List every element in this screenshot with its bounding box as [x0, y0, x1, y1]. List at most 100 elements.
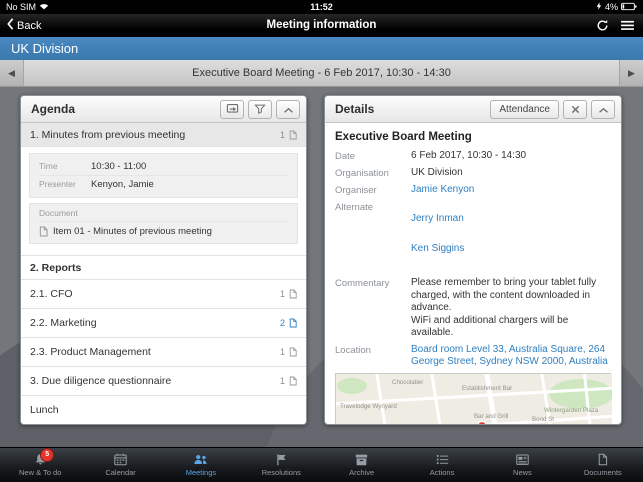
- tab-label: Archive: [349, 468, 375, 477]
- content-area: Agenda 1. Minutes from previous meeting …: [0, 87, 643, 482]
- tab-archive[interactable]: Archive: [322, 448, 402, 482]
- todo-badge: 5: [41, 449, 54, 461]
- time-value: 10:30 - 11:00: [91, 161, 147, 172]
- tab-calendar[interactable]: Calendar: [80, 448, 160, 482]
- division-header: UK Division: [0, 37, 643, 60]
- tab-label: News: [513, 468, 532, 477]
- next-meeting-arrow[interactable]: ▶: [619, 60, 643, 86]
- organiser-link[interactable]: Jamie Kenyon: [411, 184, 611, 197]
- tab-label: Meetings: [185, 468, 217, 477]
- tab-bar: New & To do 5 Calendar Meetings Resoluti…: [0, 447, 643, 482]
- field-value: 6 Feb 2017, 10:30 - 14:30: [411, 150, 527, 161]
- clock: 11:52: [310, 2, 333, 12]
- agenda-item-marketing[interactable]: 2.2. Marketing 2: [21, 309, 306, 338]
- menu-icon[interactable]: [621, 20, 634, 31]
- time-label: Time: [39, 161, 58, 171]
- document-icon: [289, 130, 297, 140]
- tab-actions[interactable]: Actions: [402, 448, 482, 482]
- agenda-item-title: Lunch: [30, 404, 59, 416]
- map-image: Chocolatier Establishment Bar Travelodge…: [330, 368, 617, 424]
- previous-meeting-arrow[interactable]: ◀: [0, 60, 24, 86]
- alternate-link[interactable]: Jerry Inman: [411, 213, 611, 226]
- meeting-information-screen: No SIM 11:52 4% Back Meeting information…: [0, 0, 643, 482]
- close-details-button[interactable]: [563, 99, 587, 119]
- attendance-button[interactable]: Attendance: [490, 99, 559, 119]
- agenda-list: 1. Minutes from previous meeting 1 Time …: [21, 123, 306, 424]
- field-label: Location: [335, 344, 371, 356]
- filter-icon: [254, 102, 266, 117]
- document-icon: [289, 376, 297, 386]
- field-date: Date 6 Feb 2017, 10:30 - 14:30: [335, 150, 611, 163]
- location-link[interactable]: Board room Level 33, Australia Square, 2…: [411, 344, 611, 369]
- tab-label: Actions: [429, 468, 455, 477]
- battery-percent: 4%: [604, 2, 618, 12]
- field-label: Alternate: [335, 201, 374, 213]
- agenda-item-product-management[interactable]: 2.3. Product Management 1: [21, 338, 306, 367]
- agenda-item-minutes[interactable]: 1. Minutes from previous meeting 1: [21, 123, 306, 147]
- meeting-selector: ◀ Executive Board Meeting - 6 Feb 2017, …: [0, 60, 643, 87]
- flag-icon: [273, 453, 290, 466]
- presenter-value: Kenyon, Jamie: [91, 179, 154, 190]
- agenda-item-title: 2.1. CFO: [30, 288, 73, 300]
- close-icon: [571, 102, 580, 117]
- carrier-label: No SIM: [6, 2, 37, 12]
- nav-actions: [596, 14, 634, 37]
- alternate-link[interactable]: Ken Siggins: [411, 243, 611, 256]
- back-button[interactable]: Back: [7, 14, 41, 37]
- doc-count: 1: [279, 376, 285, 386]
- presenter-label: Presenter: [39, 179, 76, 189]
- agenda-item-detail: Time 10:30 - 11:00 Presenter Kenyon, Jam…: [21, 147, 306, 256]
- agenda-item-lunch[interactable]: Lunch: [21, 396, 306, 424]
- field-value: UK Division: [411, 166, 463, 178]
- tab-news[interactable]: News: [482, 448, 562, 482]
- details-panel-header: Details Attendance: [325, 96, 621, 123]
- location-map[interactable]: Chocolatier Establishment Bar Travelodge…: [330, 368, 617, 424]
- field-label: Commentary: [335, 278, 390, 290]
- field-organiser: Organiser Jamie Kenyon: [335, 184, 611, 197]
- agenda-item-title: 2. Reports: [30, 261, 82, 274]
- tab-meetings[interactable]: Meetings: [161, 448, 241, 482]
- nav-bar: Back Meeting information: [0, 14, 643, 37]
- page-title: Meeting information: [266, 19, 377, 31]
- people-icon: [192, 453, 209, 466]
- map-label: Bar and Grill: [474, 413, 508, 420]
- document-icon: [289, 318, 297, 328]
- map-label: Wintergarden Plaza: [544, 407, 599, 414]
- agenda-item-due-diligence[interactable]: 3. Due diligence questionnaire 1: [21, 367, 306, 396]
- tab-label: Calendar: [105, 468, 136, 477]
- details-body: Executive Board Meeting Date 6 Feb 2017,…: [325, 123, 621, 424]
- filter-button[interactable]: [248, 99, 272, 119]
- chevron-up-icon: [283, 102, 294, 117]
- field-organisation: Organisation UK Division: [335, 167, 611, 180]
- document-icon: [289, 347, 297, 357]
- document-icon: [289, 289, 297, 299]
- battery-icon: [621, 2, 637, 13]
- document-icon: [594, 453, 611, 466]
- details-title: Details: [335, 102, 375, 116]
- agenda-item-cfo[interactable]: 2.1. CFO 1: [21, 280, 306, 309]
- field-value: Please remember to bring your tablet ful…: [411, 277, 597, 339]
- agenda-document-link[interactable]: Item 01 - Minutes of previous meeting: [39, 221, 288, 239]
- details-collapse-button[interactable]: [591, 99, 615, 119]
- present-button[interactable]: [220, 99, 244, 119]
- present-icon: [226, 102, 239, 117]
- agenda-panel-header: Agenda: [21, 96, 306, 123]
- status-bar: No SIM 11:52 4%: [0, 0, 643, 14]
- tab-label: Documents: [583, 468, 622, 477]
- tab-label: Resolutions: [261, 468, 301, 477]
- agenda-item-title: 1. Minutes from previous meeting: [30, 128, 186, 141]
- tab-label: New & To do: [18, 468, 62, 477]
- field-label: Organisation: [335, 167, 389, 179]
- doc-count: 1: [279, 347, 285, 357]
- document-icon: [39, 226, 48, 237]
- back-label: Back: [17, 19, 42, 32]
- agenda-collapse-button[interactable]: [276, 99, 300, 119]
- tab-new-todo[interactable]: New & To do 5: [0, 448, 80, 482]
- agenda-item-reports[interactable]: 2. Reports: [21, 256, 306, 280]
- agenda-item-title: 3. Due diligence questionnaire: [30, 375, 172, 387]
- refresh-icon[interactable]: [596, 19, 609, 32]
- field-label: Date: [335, 151, 356, 162]
- tab-documents[interactable]: Documents: [563, 448, 643, 482]
- map-label: Establishment Bar: [462, 385, 512, 392]
- tab-resolutions[interactable]: Resolutions: [241, 448, 321, 482]
